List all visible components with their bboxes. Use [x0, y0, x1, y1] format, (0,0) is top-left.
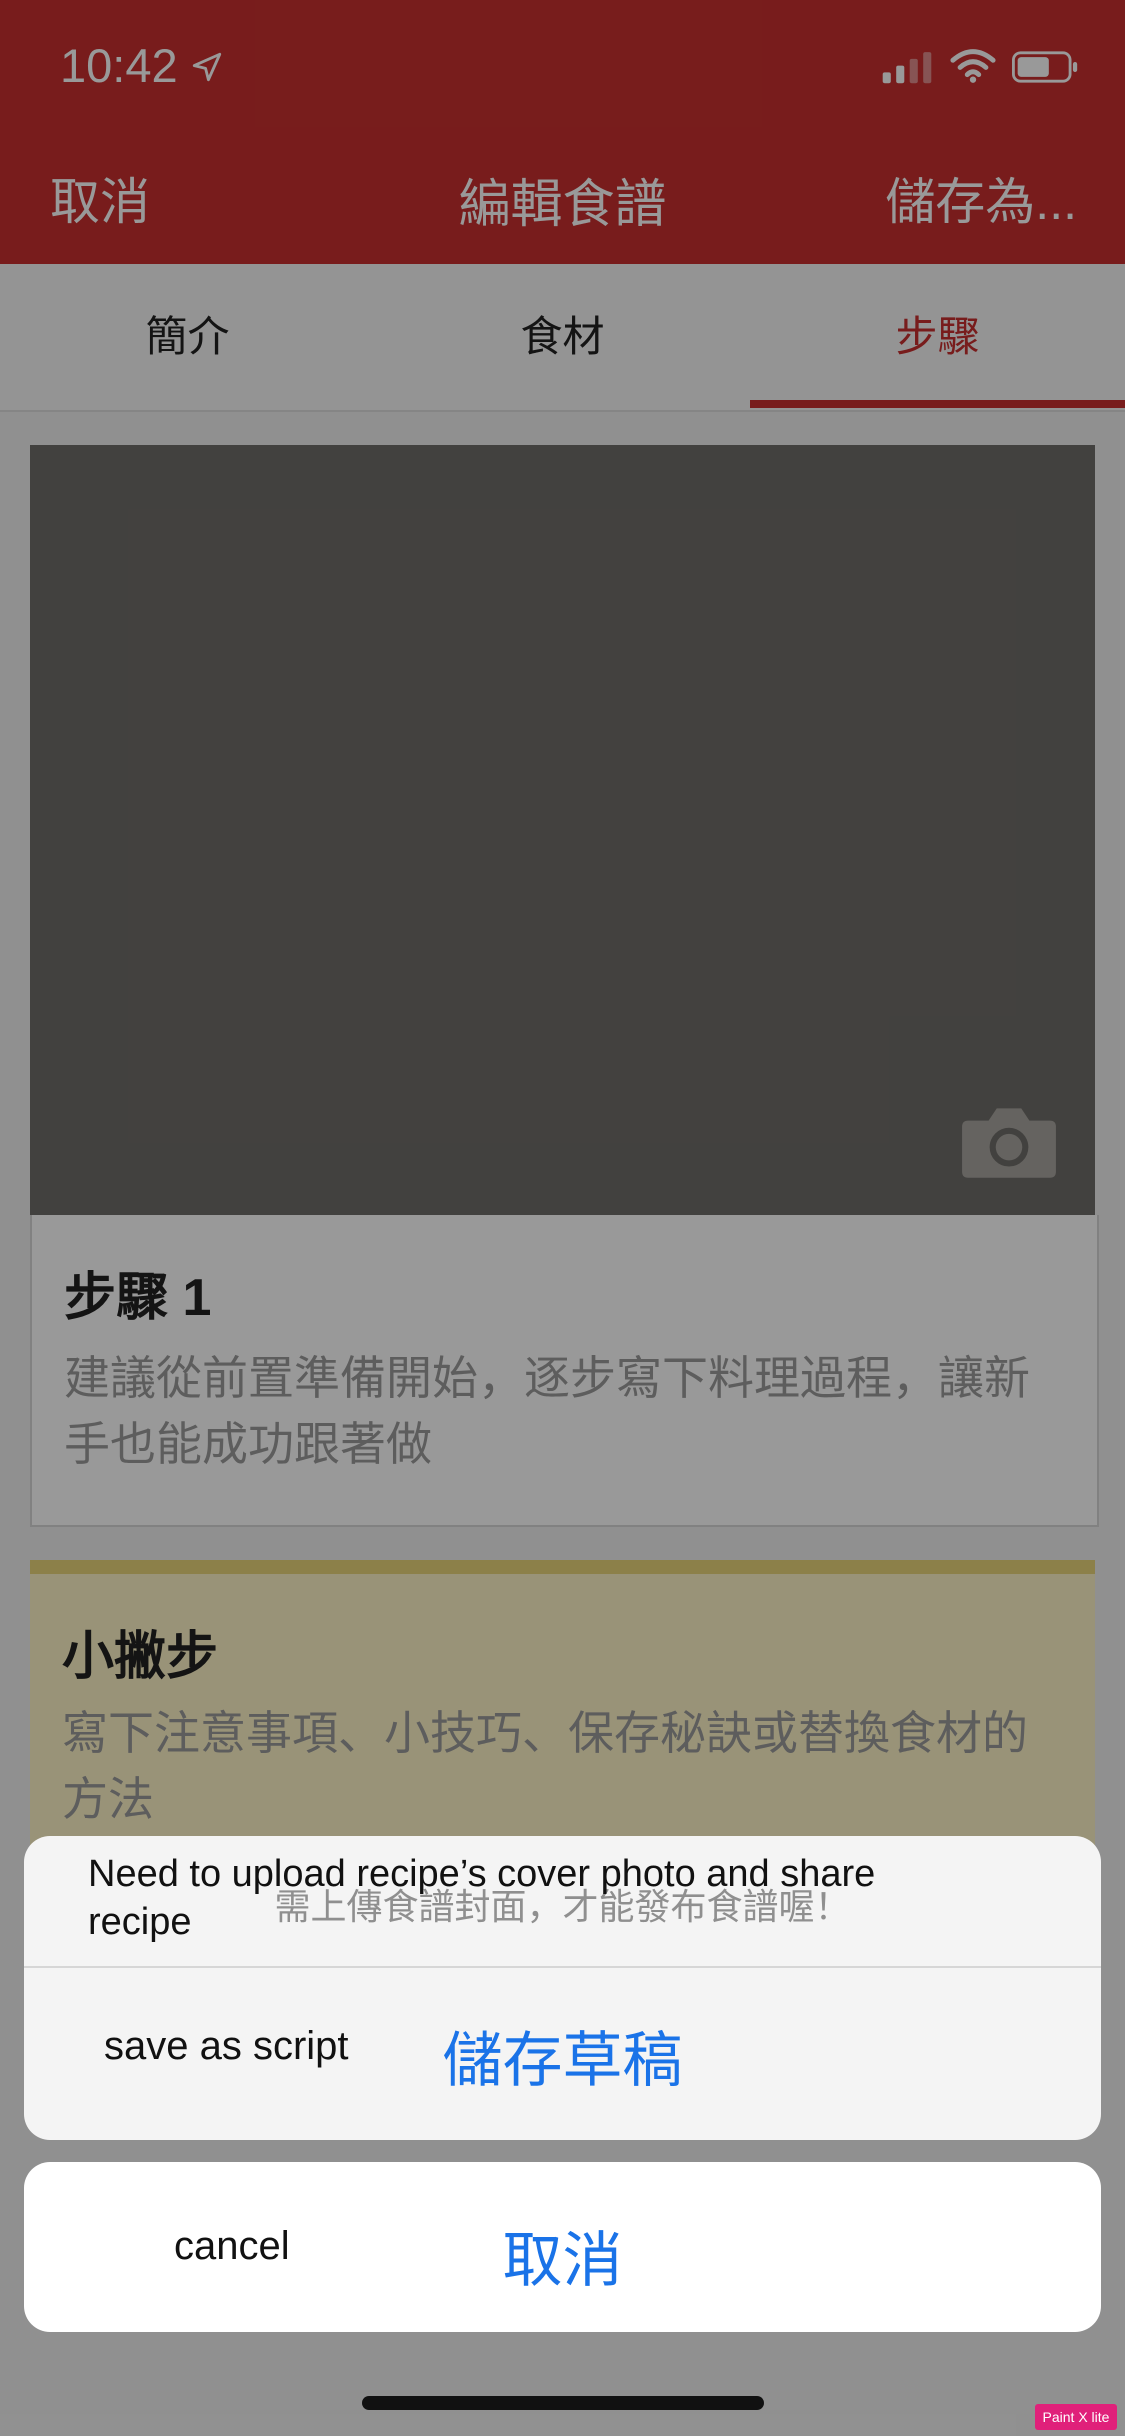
save-draft-label[interactable]: 儲存草稿: [24, 2012, 1101, 2099]
action-sheet-cancel-button[interactable]: cancel 取消: [24, 2162, 1101, 2332]
action-sheet-message-annotation: Need to upload recipe’s cover photo and …: [88, 1853, 876, 1943]
save-draft-button[interactable]: save as script 儲存草稿: [24, 1968, 1101, 2140]
home-indicator[interactable]: [362, 2396, 764, 2410]
paint-x-lite-watermark: Paint X lite: [1035, 2404, 1117, 2430]
cancel-label[interactable]: 取消: [24, 2212, 1101, 2299]
recipe-edit-screen: 10:42 取消 編輯食譜 儲存為... 簡介 食材 步驟 步驟 1 建議從前置…: [0, 0, 1125, 2436]
action-sheet: 需上傳食譜封面，才能發布食譜喔！ Need to upload recipe’s…: [24, 1836, 1101, 2140]
